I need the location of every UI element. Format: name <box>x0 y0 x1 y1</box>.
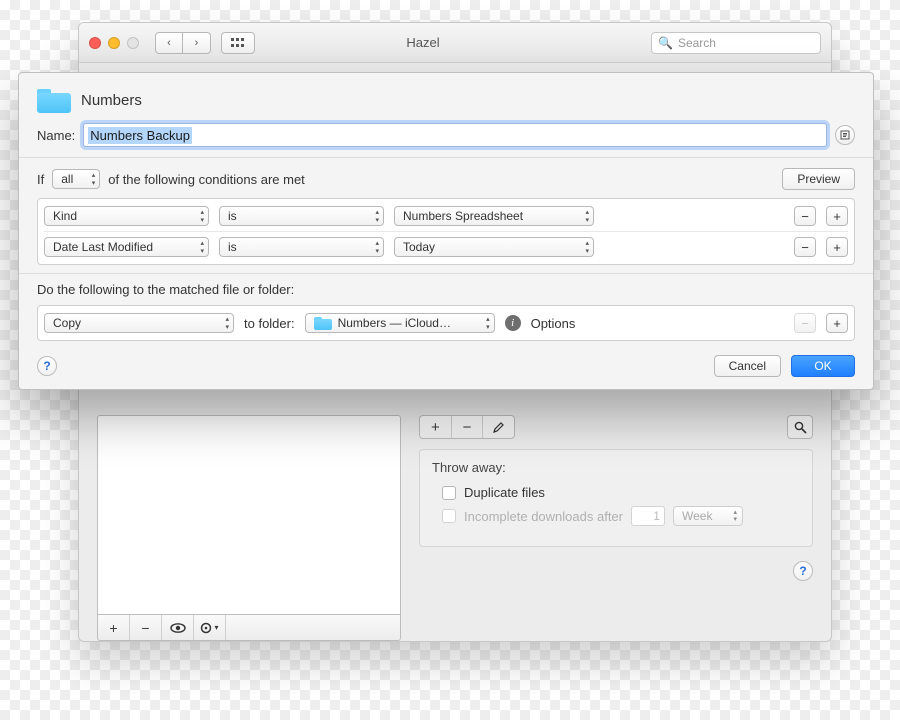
incomplete-downloads-value: 1 <box>631 506 665 526</box>
condition-add-button[interactable]: + <box>826 206 848 226</box>
duplicate-files-label: Duplicate files <box>464 485 545 500</box>
throw-away-section: Throw away: Duplicate files Incomplete d… <box>419 449 813 547</box>
conditions-suffix: of the following conditions are met <box>108 172 305 187</box>
search-icon: 🔍 <box>658 36 673 50</box>
eye-icon <box>170 623 186 633</box>
rules-segmented: + − <box>419 415 515 439</box>
duplicate-files-checkbox[interactable] <box>442 486 456 500</box>
conditions-box: Kind ▴▾ is ▴▾ Numbers Spreadsheet ▴▾ − +… <box>37 198 855 265</box>
rule-name-value: Numbers Backup <box>88 127 192 144</box>
action-options-label[interactable]: Options <box>531 316 576 331</box>
condition-op-popup[interactable]: is ▴▾ <box>219 237 384 257</box>
action-verb-popup[interactable]: Copy ▴▾ <box>44 313 234 333</box>
pencil-icon <box>493 422 504 433</box>
window-title: Hazel <box>205 35 641 50</box>
condition-remove-button[interactable]: − <box>794 237 816 257</box>
preview-button[interactable]: Preview <box>782 168 855 190</box>
name-label: Name: <box>37 128 75 143</box>
nav-back-button[interactable]: ‹ <box>155 32 183 54</box>
folder-icon <box>314 316 332 330</box>
actions-heading: Do the following to the matched file or … <box>37 282 855 297</box>
add-folder-button[interactable]: + <box>98 615 130 640</box>
sheet-folder-title: Numbers <box>81 92 142 109</box>
seg-remove-button[interactable]: − <box>451 416 483 438</box>
search-icon <box>794 421 807 434</box>
note-button[interactable] <box>835 125 855 145</box>
action-row: Copy ▴▾ to folder: Numbers — iCloud… ▴▾ … <box>44 310 848 336</box>
condition-attr-popup[interactable]: Kind ▴▾ <box>44 206 209 226</box>
toolbar-search[interactable]: 🔍 Search <box>651 32 821 54</box>
window-controls <box>89 37 139 49</box>
condition-op-popup[interactable]: is ▴▾ <box>219 206 384 226</box>
condition-remove-button[interactable]: − <box>794 206 816 226</box>
actions-box: Copy ▴▾ to folder: Numbers — iCloud… ▴▾ … <box>37 305 855 341</box>
rules-panel: + − <box>419 415 813 641</box>
condition-row: Date Last Modified ▴▾ is ▴▾ Today ▴▾ − + <box>44 231 848 260</box>
folder-icon <box>37 87 71 113</box>
cancel-button[interactable]: Cancel <box>714 355 781 377</box>
condition-row: Kind ▴▾ is ▴▾ Numbers Spreadsheet ▴▾ − + <box>44 203 848 229</box>
info-icon[interactable]: i <box>505 315 521 331</box>
gear-icon <box>200 622 212 634</box>
condition-add-button[interactable]: + <box>826 237 848 257</box>
help-button[interactable]: ? <box>793 561 813 581</box>
nav-back-forward: ‹ › <box>155 32 211 54</box>
search-placeholder: Search <box>678 36 716 50</box>
action-to-label: to folder: <box>244 316 295 331</box>
folder-actions-menu[interactable] <box>194 615 226 640</box>
action-remove-button: − <box>794 313 816 333</box>
folders-strip: + − <box>97 615 401 641</box>
rules-search-button[interactable] <box>787 415 813 439</box>
folders-panel: + − <box>97 415 401 641</box>
sheet-help-button[interactable]: ? <box>37 356 57 376</box>
close-window-button[interactable] <box>89 37 101 49</box>
conditions-scope-popup[interactable]: all ▴▾ <box>52 169 100 189</box>
window-titlebar: ‹ › Hazel 🔍 Search <box>79 23 831 63</box>
throw-away-heading: Throw away: <box>432 460 800 475</box>
folders-list[interactable] <box>97 415 401 615</box>
rule-name-input[interactable]: Numbers Backup <box>83 123 827 147</box>
seg-edit-button[interactable] <box>482 416 514 438</box>
ok-button[interactable]: OK <box>791 355 855 377</box>
minimize-window-button[interactable] <box>108 37 120 49</box>
condition-value-popup[interactable]: Today ▴▾ <box>394 237 594 257</box>
preview-eye-button[interactable] <box>162 615 194 640</box>
main-window-body: + − <box>79 415 831 641</box>
seg-add-button[interactable]: + <box>420 416 451 438</box>
incomplete-downloads-row: Incomplete downloads after 1 Week ▴▾ <box>442 506 800 526</box>
conditions-if: If <box>37 172 44 187</box>
note-icon <box>840 130 850 140</box>
remove-folder-button[interactable]: − <box>130 615 162 640</box>
action-add-button[interactable]: + <box>826 313 848 333</box>
condition-value-popup[interactable]: Numbers Spreadsheet ▴▾ <box>394 206 594 226</box>
zoom-window-button[interactable] <box>127 37 139 49</box>
duplicate-files-row[interactable]: Duplicate files <box>442 485 800 500</box>
incomplete-downloads-unit: Week ▴▾ <box>673 506 743 526</box>
incomplete-downloads-label: Incomplete downloads after <box>464 509 623 524</box>
incomplete-downloads-checkbox <box>442 509 456 523</box>
action-target-popup[interactable]: Numbers — iCloud… ▴▾ <box>305 313 495 333</box>
rule-editor-sheet: Numbers Name: Numbers Backup If all ▴▾ o… <box>18 72 874 390</box>
condition-attr-popup[interactable]: Date Last Modified ▴▾ <box>44 237 209 257</box>
